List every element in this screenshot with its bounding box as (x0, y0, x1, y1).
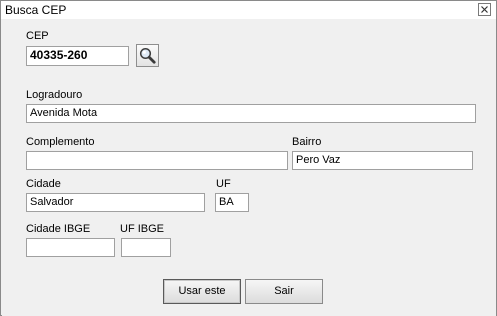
uf-input[interactable]: BA (215, 193, 249, 212)
form-area: CEP 40335-260 Logradouro Avenida Mota Co… (2, 20, 496, 316)
cidade-ibge-input[interactable] (26, 238, 115, 257)
exit-button[interactable]: Sair (245, 279, 323, 304)
close-button[interactable] (478, 3, 491, 16)
use-this-button[interactable]: Usar este (163, 279, 241, 304)
search-icon (139, 47, 156, 64)
window-title: Busca CEP (5, 3, 67, 17)
bairro-label: Bairro (292, 136, 322, 148)
uf-ibge-label: UF IBGE (120, 223, 165, 235)
cidade-ibge-label: Cidade IBGE (26, 223, 91, 235)
logradouro-input[interactable]: Avenida Mota (26, 104, 476, 123)
uf-label: UF (216, 178, 231, 190)
complemento-label: Complemento (26, 136, 95, 148)
uf-ibge-input[interactable] (121, 238, 171, 257)
cep-input[interactable]: 40335-260 (26, 46, 129, 66)
search-button[interactable] (136, 44, 159, 67)
cidade-label: Cidade (26, 178, 61, 190)
complemento-input[interactable] (26, 151, 288, 170)
bairro-input[interactable]: Pero Vaz (292, 151, 473, 170)
title-bar: Busca CEP (1, 1, 496, 19)
dialog-window: Busca CEP CEP 40335-260 Logradouro Aveni… (0, 0, 497, 316)
logradouro-label: Logradouro (26, 89, 83, 101)
close-icon (481, 6, 488, 13)
cep-label: CEP (26, 30, 49, 42)
cidade-input[interactable]: Salvador (26, 193, 205, 212)
